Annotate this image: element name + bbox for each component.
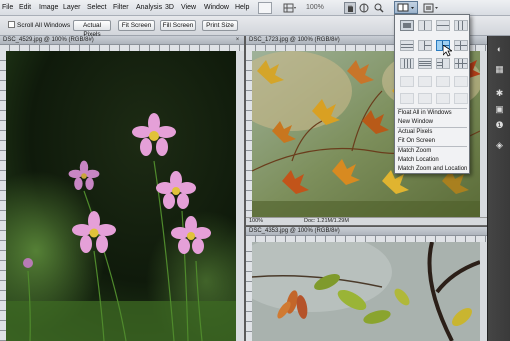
menu-view[interactable]: View xyxy=(181,4,196,11)
menu-layer[interactable]: Layer xyxy=(63,4,81,11)
layout-4-up[interactable] xyxy=(454,40,468,51)
fill-screen-button[interactable]: Fill Screen xyxy=(160,20,196,31)
menu-item-new-window[interactable]: New Window xyxy=(398,119,433,125)
zoom-icon xyxy=(374,3,384,13)
menu-image[interactable]: Image xyxy=(39,4,58,11)
launch-bridge-button[interactable] xyxy=(258,2,272,14)
close-icon[interactable]: × xyxy=(234,37,241,44)
layout-2-up-horizontal[interactable] xyxy=(436,20,450,31)
view-extras-button[interactable] xyxy=(282,2,298,14)
actual-pixels-button[interactable]: Actual Pixels xyxy=(73,20,111,38)
layout-4-up-vertical[interactable] xyxy=(400,58,414,69)
layout-5-up[interactable] xyxy=(436,58,450,69)
screen-mode-icon xyxy=(423,3,438,13)
menu-edit[interactable]: Edit xyxy=(19,4,31,11)
layout-option-dim[interactable] xyxy=(400,93,414,104)
menu-item-float-all[interactable]: Float All in Windows xyxy=(398,110,452,116)
vertical-scrollbar[interactable] xyxy=(480,242,487,341)
document-title-3: DSC_4353.jpg @ 100% (RGB/8#) xyxy=(249,228,340,234)
vertical-scrollbar[interactable] xyxy=(480,51,487,218)
layers-icon[interactable]: ◈ xyxy=(494,140,505,151)
menu-divider xyxy=(397,108,467,109)
document-title-2: DSC_1723.jpg @ 100% (RGB/8#) xyxy=(249,37,340,43)
vertical-scrollbar[interactable] xyxy=(236,51,244,341)
menu-analysis[interactable]: Analysis xyxy=(136,4,162,11)
menu-item-actual-pixels[interactable]: Actual Pixels xyxy=(398,129,432,135)
menu-divider xyxy=(397,146,467,147)
menu-item-match-location[interactable]: Match Location xyxy=(398,157,439,163)
scroll-all-windows-label: Scroll All Windows xyxy=(17,22,71,29)
menu-help[interactable]: Help xyxy=(235,4,249,11)
status-zoom[interactable]: 100% xyxy=(249,218,263,225)
layout-option-dim[interactable] xyxy=(436,93,450,104)
menu-select[interactable]: Select xyxy=(87,4,106,11)
layout-3-up-stacked[interactable] xyxy=(418,40,432,51)
document-window-1[interactable]: DSC_4529.jpg @ 100% (RGB/8#) × xyxy=(0,36,244,341)
document-tab-3[interactable]: DSC_4353.jpg @ 100% (RGB/8#) xyxy=(246,227,487,236)
masks-icon[interactable]: ▣ xyxy=(494,104,505,115)
layout-option-dim[interactable] xyxy=(436,76,450,87)
menu-divider xyxy=(397,127,467,128)
menu-item-match-zoom-location[interactable]: Match Zoom and Location xyxy=(398,166,467,172)
zoom-level[interactable]: 100% xyxy=(306,4,324,11)
layout-3-up-vertical[interactable] xyxy=(454,20,468,31)
rotate-view-icon xyxy=(359,3,369,13)
cosmos-flowers-image xyxy=(6,51,236,341)
document-title-1: DSC_4529.jpg @ 100% (RGB/8#) xyxy=(3,37,94,43)
rotate-view-button[interactable] xyxy=(358,2,370,14)
status-doc-size: Doc: 1.21M/1.29M xyxy=(304,218,349,224)
document-tab-1[interactable]: DSC_4529.jpg @ 100% (RGB/8#) × xyxy=(0,36,244,45)
document-window-3[interactable]: DSC_4353.jpg @ 100% (RGB/8#) xyxy=(246,227,487,341)
layout-3-up-horizontal[interactable] xyxy=(400,40,414,51)
layout-option-dim[interactable] xyxy=(400,76,414,87)
swatches-icon[interactable]: ▦ xyxy=(494,64,505,75)
layout-option-dim[interactable] xyxy=(418,76,432,87)
layout-6-up[interactable] xyxy=(454,58,468,69)
layout-option-dim[interactable] xyxy=(454,76,468,87)
arrange-documents-icon xyxy=(397,3,414,12)
image-canvas-branch[interactable] xyxy=(252,242,480,341)
menu-file[interactable]: File xyxy=(2,4,13,11)
menu-filter[interactable]: Filter xyxy=(113,4,129,11)
zoom-tool-button[interactable] xyxy=(373,2,385,14)
menu-window[interactable]: Window xyxy=(204,4,229,11)
layout-4-up-horizontal[interactable] xyxy=(418,58,432,69)
branch-leaves-image xyxy=(252,242,480,341)
layout-consolidate[interactable] xyxy=(400,20,414,31)
layout-option-dim[interactable] xyxy=(418,93,432,104)
image-canvas-cosmos[interactable] xyxy=(6,51,236,341)
print-size-button[interactable]: Print Size xyxy=(202,20,238,31)
hand-tool-button[interactable] xyxy=(344,2,356,14)
fit-screen-button[interactable]: Fit Screen xyxy=(118,20,155,31)
color-icon[interactable]: ◐ xyxy=(494,44,505,55)
arrange-documents-menu: Float All in Windows New Window Actual P… xyxy=(394,14,470,174)
grid-view-icon xyxy=(283,3,296,13)
scroll-all-windows-checkbox[interactable] xyxy=(8,21,15,28)
menu-item-fit-on-screen[interactable]: Fit On Screen xyxy=(398,138,435,144)
menu-3d[interactable]: 3D xyxy=(165,4,174,11)
screen-mode-button[interactable] xyxy=(422,2,440,14)
arrange-documents-button[interactable] xyxy=(394,1,418,14)
panel-dock: ◐ ▦ ✱ ▣ ❶ ◈ xyxy=(487,36,510,341)
adjustments-icon[interactable]: ✱ xyxy=(494,88,505,99)
layout-2-up-vertical[interactable] xyxy=(418,20,432,31)
info-icon[interactable]: ❶ xyxy=(494,120,505,131)
status-bar: 100% Doc: 1.21M/1.29M xyxy=(246,217,487,225)
layout-option-dim[interactable] xyxy=(454,93,468,104)
menu-item-match-zoom[interactable]: Match Zoom xyxy=(398,148,431,154)
hand-icon xyxy=(348,5,353,12)
